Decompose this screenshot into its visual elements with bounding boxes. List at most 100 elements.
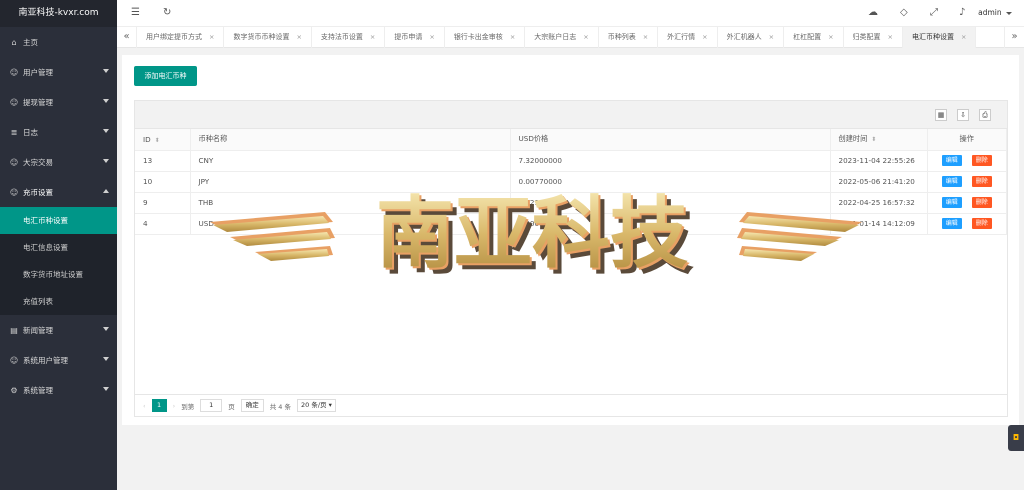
cell-id: 4: [135, 213, 191, 235]
goto-confirm-button[interactable]: 确定: [240, 399, 264, 412]
user-icon: ☺: [9, 355, 19, 365]
sidebar-item-system-users[interactable]: ☺ 系统用户管理: [0, 345, 117, 375]
sidebar-item-label: 用户管理: [23, 67, 53, 77]
pagination: ‹ 1 › 到第 1 页 确定 共 4 条 20 条/页 ▾: [135, 394, 1007, 416]
next-page-icon[interactable]: ›: [173, 402, 176, 410]
column-header-created[interactable]: 创建时间 ⬍: [830, 129, 928, 151]
edit-button[interactable]: 编辑: [941, 176, 962, 187]
list-icon: ≣: [10, 127, 18, 137]
tab-leverage-config[interactable]: 杠杠配置 ×: [784, 27, 844, 48]
close-icon[interactable]: ×: [702, 33, 707, 41]
sidebar-item-user-management[interactable]: ☺ 用户管理: [0, 57, 117, 87]
refresh-icon[interactable]: ↻: [163, 7, 171, 18]
sidebar: 南亚科技-kvxr.com ⌂ 主页 ☺ 用户管理 ☺ 提现管理 ≣ 日志 ☺ …: [0, 0, 117, 490]
sidebar-item-news[interactable]: ▤ 新闻管理: [0, 315, 117, 345]
close-icon[interactable]: ×: [888, 33, 893, 41]
cell-id: 10: [135, 171, 191, 193]
delete-button[interactable]: 删除: [971, 218, 992, 229]
close-icon[interactable]: ×: [510, 33, 515, 41]
tab-bank-withdraw-review[interactable]: 银行卡出金审核 ×: [445, 27, 526, 48]
chevron-down-icon: [103, 387, 109, 391]
add-wire-currency-button[interactable]: 添加电汇币种: [134, 66, 197, 86]
tag-icon[interactable]: ◇: [900, 7, 908, 18]
user-icon: ☺: [9, 187, 19, 197]
close-icon[interactable]: ×: [209, 33, 214, 41]
table-row: 4 USD 1.00000000 2021-01-14 14:12:09 编辑删…: [135, 213, 1007, 235]
sidebar-item-logs[interactable]: ≣ 日志: [0, 117, 117, 147]
tab-withdraw-requests[interactable]: 提币申请 ×: [385, 27, 445, 48]
sidebar-item-block-trade[interactable]: ☺ 大宗交易: [0, 147, 117, 177]
edit-button[interactable]: 编辑: [941, 197, 962, 208]
close-icon[interactable]: ×: [769, 33, 774, 41]
sidebar-subitem-crypto-address[interactable]: 数字货币地址设置: [0, 261, 117, 288]
close-icon[interactable]: ×: [370, 33, 375, 41]
column-header-name: 币种名称: [190, 129, 511, 151]
column-header-id[interactable]: ID ⬍: [135, 129, 191, 151]
floating-side-tool-icon[interactable]: ◘: [1008, 425, 1024, 451]
tab-user-withdraw-method[interactable]: 用户绑定提币方式 ×: [137, 27, 225, 48]
close-icon[interactable]: ×: [828, 33, 833, 41]
delete-button[interactable]: 删除: [971, 155, 992, 166]
tab-wire-currency-settings[interactable]: 电汇币种设置 ×: [902, 27, 977, 48]
sidebar-subitem-wire-currency[interactable]: 电汇币种设置: [0, 207, 117, 234]
tab-block-account-log[interactable]: 大宗账户日志 ×: [525, 27, 599, 48]
current-page[interactable]: 1: [151, 399, 167, 412]
close-icon[interactable]: ×: [296, 33, 301, 41]
cell-actions: 编辑 删除: [927, 150, 1007, 172]
close-icon[interactable]: ×: [643, 33, 648, 41]
table-row: 10 JPY 0.00770000 2022-05-06 21:41:20 编辑…: [135, 171, 1007, 193]
sidebar-subitem-deposit-list[interactable]: 充值列表: [0, 288, 117, 315]
user-icon: ☺: [9, 157, 19, 167]
cell-created: 2023-11-04 22:55:26: [830, 150, 928, 172]
tabs-scroll-left-icon[interactable]: «: [117, 27, 137, 48]
print-icon[interactable]: ⎙: [979, 109, 991, 121]
sidebar-subitem-wire-info[interactable]: 电汇信息设置: [0, 234, 117, 261]
edit-button[interactable]: 编辑: [941, 155, 962, 166]
home-icon: ⌂: [11, 37, 17, 47]
sidebar-submenu: 电汇币种设置 电汇信息设置 数字货币地址设置 充值列表: [0, 207, 117, 315]
columns-filter-icon[interactable]: ▦: [935, 109, 947, 121]
sort-icon[interactable]: ⬍: [871, 136, 876, 143]
sidebar-item-withdraw-management[interactable]: ☺ 提现管理: [0, 87, 117, 117]
cell-name: USD: [190, 213, 511, 235]
close-icon[interactable]: ×: [583, 33, 588, 41]
sidebar-item-label: 主页: [23, 37, 38, 47]
sort-icon[interactable]: ⬍: [155, 137, 160, 144]
user-name: admin: [978, 8, 1002, 17]
user-menu[interactable]: admin: [978, 8, 1012, 17]
data-table-container: ▦ ⇩ ⎙ ID ⬍ 币种名称 USD价格 创建时间 ⬍ 操作 13 CNY 7.3…: [134, 100, 1008, 417]
tab-forex-quotes[interactable]: 外汇行情 ×: [658, 27, 718, 48]
tab-crypto-currency-settings[interactable]: 数字货币币种设置 ×: [224, 27, 312, 48]
tabs-scroll-right-icon[interactable]: »: [1004, 27, 1024, 48]
close-icon[interactable]: ×: [429, 33, 434, 41]
page-input[interactable]: 1: [200, 399, 223, 412]
prev-page-icon[interactable]: ‹: [143, 402, 146, 410]
sidebar-item-label: 提现管理: [23, 97, 53, 107]
cell-name: THB: [190, 192, 511, 214]
sidebar-item-home[interactable]: ⌂ 主页: [0, 27, 117, 57]
chevron-up-icon: [103, 189, 109, 193]
tab-fiat-settings[interactable]: 支持法币设置 ×: [312, 27, 386, 48]
goto-label: 到第: [181, 402, 195, 411]
tab-forex-robot[interactable]: 外汇机器人 ×: [718, 27, 785, 48]
per-page-select[interactable]: 20 条/页 ▾: [297, 399, 336, 412]
sidebar-item-system[interactable]: ⚙ 系统管理: [0, 375, 117, 405]
page-suffix: 页: [228, 402, 235, 411]
cell-name: CNY: [190, 150, 511, 172]
menu-collapse-icon[interactable]: ☰: [131, 7, 140, 18]
export-icon[interactable]: ⇩: [957, 109, 969, 121]
bell-icon[interactable]: ♪: [959, 7, 965, 18]
delete-button[interactable]: 删除: [971, 176, 992, 187]
sidebar-item-label: 系统管理: [23, 385, 53, 395]
cell-price: 0.02930000: [510, 192, 831, 214]
sidebar-item-deposit-settings[interactable]: ☺ 充币设置: [0, 177, 117, 207]
close-icon[interactable]: ×: [961, 33, 966, 41]
top-header: ☰ ↻ ☁ ◇ ⤢ ♪ admin: [117, 0, 1024, 27]
delete-button[interactable]: 删除: [971, 197, 992, 208]
theme-icon[interactable]: ☁: [868, 7, 878, 18]
fullscreen-icon[interactable]: ⤢: [930, 7, 938, 18]
cell-created: 2022-05-06 21:41:20: [830, 171, 928, 193]
tab-currency-list[interactable]: 币种列表 ×: [599, 27, 659, 48]
edit-button[interactable]: 编辑: [941, 218, 962, 229]
tab-category-config[interactable]: 归类配置 ×: [844, 27, 903, 48]
